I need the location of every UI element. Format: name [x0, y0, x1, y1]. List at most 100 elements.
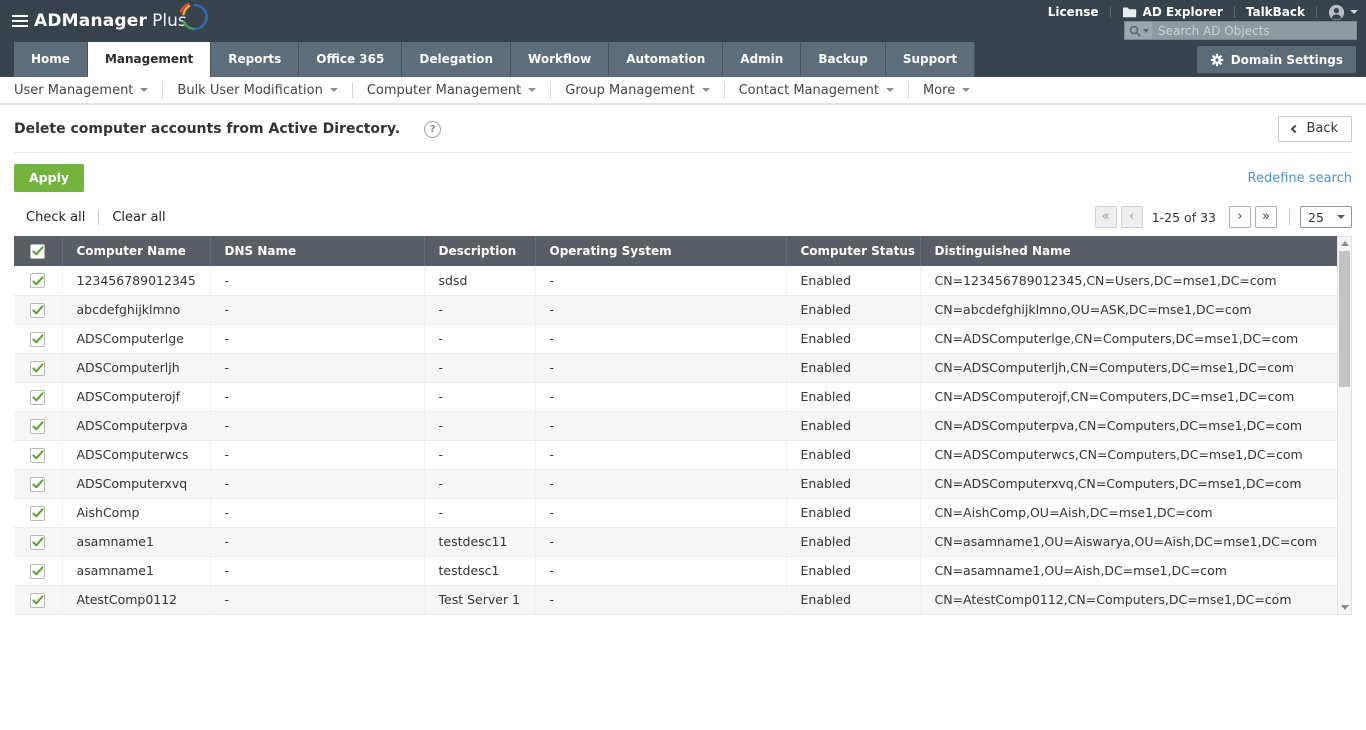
column-header-computer-name[interactable]: Computer Name	[62, 236, 211, 266]
title-row: Delete computer accounts from Active Dir…	[14, 105, 1352, 153]
chevron-down-icon	[528, 88, 537, 92]
cell-description: -	[424, 295, 536, 325]
tab-workflow[interactable]: Workflow	[511, 42, 610, 77]
chevron-left-icon	[1291, 124, 1300, 133]
first-page-button[interactable]: «	[1094, 206, 1117, 228]
row-checkbox[interactable]	[30, 273, 46, 289]
subnav-item-group-management[interactable]: Group Management	[565, 83, 710, 98]
page-size-select[interactable]: 25	[1300, 206, 1352, 228]
cell-computer-status: Enabled	[786, 440, 921, 470]
table-header-row: Computer Name DNS Name Description Operatin…	[14, 236, 1337, 266]
row-checkbox[interactable]	[30, 360, 46, 376]
chevron-down-icon	[1142, 28, 1149, 33]
tab-delegation[interactable]: Delegation	[402, 42, 512, 77]
cell-operating-system: -	[535, 440, 787, 470]
tab-automation[interactable]: Automation	[609, 42, 724, 77]
column-header-description[interactable]: Description	[424, 236, 536, 266]
cell-computer-name: ADSComputerwcs	[62, 440, 211, 470]
cell-dns-name: -	[210, 440, 425, 470]
row-checkbox[interactable]	[30, 447, 46, 463]
tab-home[interactable]: Home	[14, 42, 88, 77]
clear-all-link[interactable]: Clear all	[112, 210, 165, 225]
cell-description: testdesc1	[424, 556, 536, 586]
table-row: AishComp - - - Enabled CN=AishComp,OU=Aish,DC…	[14, 498, 1337, 528]
scroll-down-arrow[interactable]	[1338, 601, 1351, 614]
cell-description: -	[424, 469, 536, 499]
search-icon	[1129, 25, 1141, 37]
column-header-computer-status[interactable]: Computer Status	[786, 236, 921, 266]
back-button[interactable]: Back	[1278, 116, 1352, 142]
search-scope-button[interactable]	[1125, 22, 1152, 39]
subnav-item-computer-management[interactable]: Computer Management	[367, 83, 537, 98]
table-row: ADSComputerljh - - - Enabled CN=ADSComputerlj…	[14, 353, 1337, 383]
app-logo[interactable]: ADManager Plus	[34, 0, 208, 42]
cell-operating-system: -	[535, 585, 787, 615]
chevron-down-icon	[329, 88, 338, 92]
cell-dns-name: -	[210, 585, 425, 615]
license-link[interactable]: License	[1048, 5, 1099, 19]
redefine-search-link[interactable]: Redefine search	[1248, 171, 1352, 186]
cell-description: -	[424, 353, 536, 383]
header-checkbox[interactable]	[30, 243, 46, 259]
account-menu[interactable]	[1328, 4, 1358, 21]
tab-office-365[interactable]: Office 365	[299, 42, 403, 77]
row-checkbox[interactable]	[30, 592, 46, 608]
cell-distinguished-name: CN=abcdefghijklmno,OU=ASK,DC=mse1,DC=com	[920, 295, 1337, 325]
tab-support[interactable]: Support	[885, 42, 976, 77]
row-checkbox[interactable]	[30, 331, 46, 347]
list-toolbar: Check all Clear all « ‹ 1-25 of 33 › » 2…	[14, 206, 1352, 228]
tab-management[interactable]: Management	[87, 42, 212, 77]
row-checkbox[interactable]	[30, 418, 46, 434]
next-page-button[interactable]: ›	[1229, 206, 1251, 228]
column-header-distinguished-name[interactable]: Distinguished Name	[920, 236, 1337, 266]
subnav-item-bulk-user-modification[interactable]: Bulk User Modification	[177, 83, 338, 98]
results-table-wrap: Computer Name DNS Name Description Operatin…	[14, 236, 1352, 615]
main-content: Delete computer accounts from Active Dir…	[0, 105, 1366, 615]
talkback-link[interactable]: TalkBack	[1246, 5, 1305, 19]
last-page-button[interactable]: »	[1255, 206, 1277, 228]
row-checkbox[interactable]	[30, 476, 46, 492]
table-row: asamname1- testdesc11- Enabled CN=asamname1…	[14, 527, 1337, 557]
tab-reports[interactable]: Reports	[211, 42, 300, 77]
cell-dns-name: -	[210, 498, 425, 528]
prev-page-button[interactable]: ‹	[1120, 206, 1143, 228]
cell-distinguished-name: CN=ADSComputerpva,CN=Computers,DC=mse1,D…	[920, 411, 1337, 441]
topbar-links: License AD Explorer TalkBack	[1048, 3, 1358, 21]
action-row: Apply Redefine search	[14, 164, 1352, 192]
cell-dns-name: -	[210, 382, 425, 412]
column-header-dns-name[interactable]: DNS Name	[210, 236, 425, 266]
cell-computer-status: Enabled	[786, 382, 921, 412]
cell-operating-system: -	[535, 556, 787, 586]
row-checkbox[interactable]	[30, 505, 46, 521]
table-row: ADSComputerxvq - - - Enabled CN=ADSComputerxv…	[14, 469, 1337, 499]
row-checkbox[interactable]	[30, 534, 46, 550]
subnav-item-contact-management[interactable]: Contact Management	[739, 83, 894, 98]
table-scrollbar[interactable]	[1337, 236, 1352, 615]
main-nav: Home Management Reports Office 365 Delegatio…	[0, 42, 1366, 77]
tab-backup[interactable]: Backup	[801, 42, 886, 77]
scroll-up-arrow[interactable]	[1338, 237, 1351, 250]
row-checkbox[interactable]	[30, 389, 46, 405]
menu-icon[interactable]	[12, 15, 28, 30]
row-checkbox[interactable]	[30, 302, 46, 318]
logo-swoosh-icon	[179, 2, 208, 31]
cell-dns-name: -	[210, 266, 425, 296]
gear-icon	[1210, 53, 1224, 66]
cell-operating-system: -	[535, 411, 787, 441]
divider	[351, 81, 353, 99]
check-all-link[interactable]: Check all	[26, 210, 85, 225]
row-checkbox[interactable]	[30, 563, 46, 579]
domain-settings-button[interactable]: Domain Settings	[1196, 46, 1356, 73]
cell-computer-status: Enabled	[786, 324, 921, 354]
search-input[interactable]	[1152, 22, 1356, 39]
subnav-item-more[interactable]: More	[923, 83, 971, 98]
tab-admin[interactable]: Admin	[723, 42, 802, 77]
column-header-operating-system[interactable]: Operating System	[535, 236, 787, 266]
ad-explorer-link[interactable]: AD Explorer	[1122, 5, 1223, 19]
apply-button[interactable]: Apply	[14, 164, 85, 192]
cell-operating-system: -	[535, 527, 787, 557]
subnav-item-user-management[interactable]: User Management	[14, 83, 149, 98]
help-icon[interactable]: ?	[424, 120, 442, 138]
cell-description: sdsd	[424, 266, 536, 296]
scrollbar-thumb[interactable]	[1339, 251, 1350, 387]
